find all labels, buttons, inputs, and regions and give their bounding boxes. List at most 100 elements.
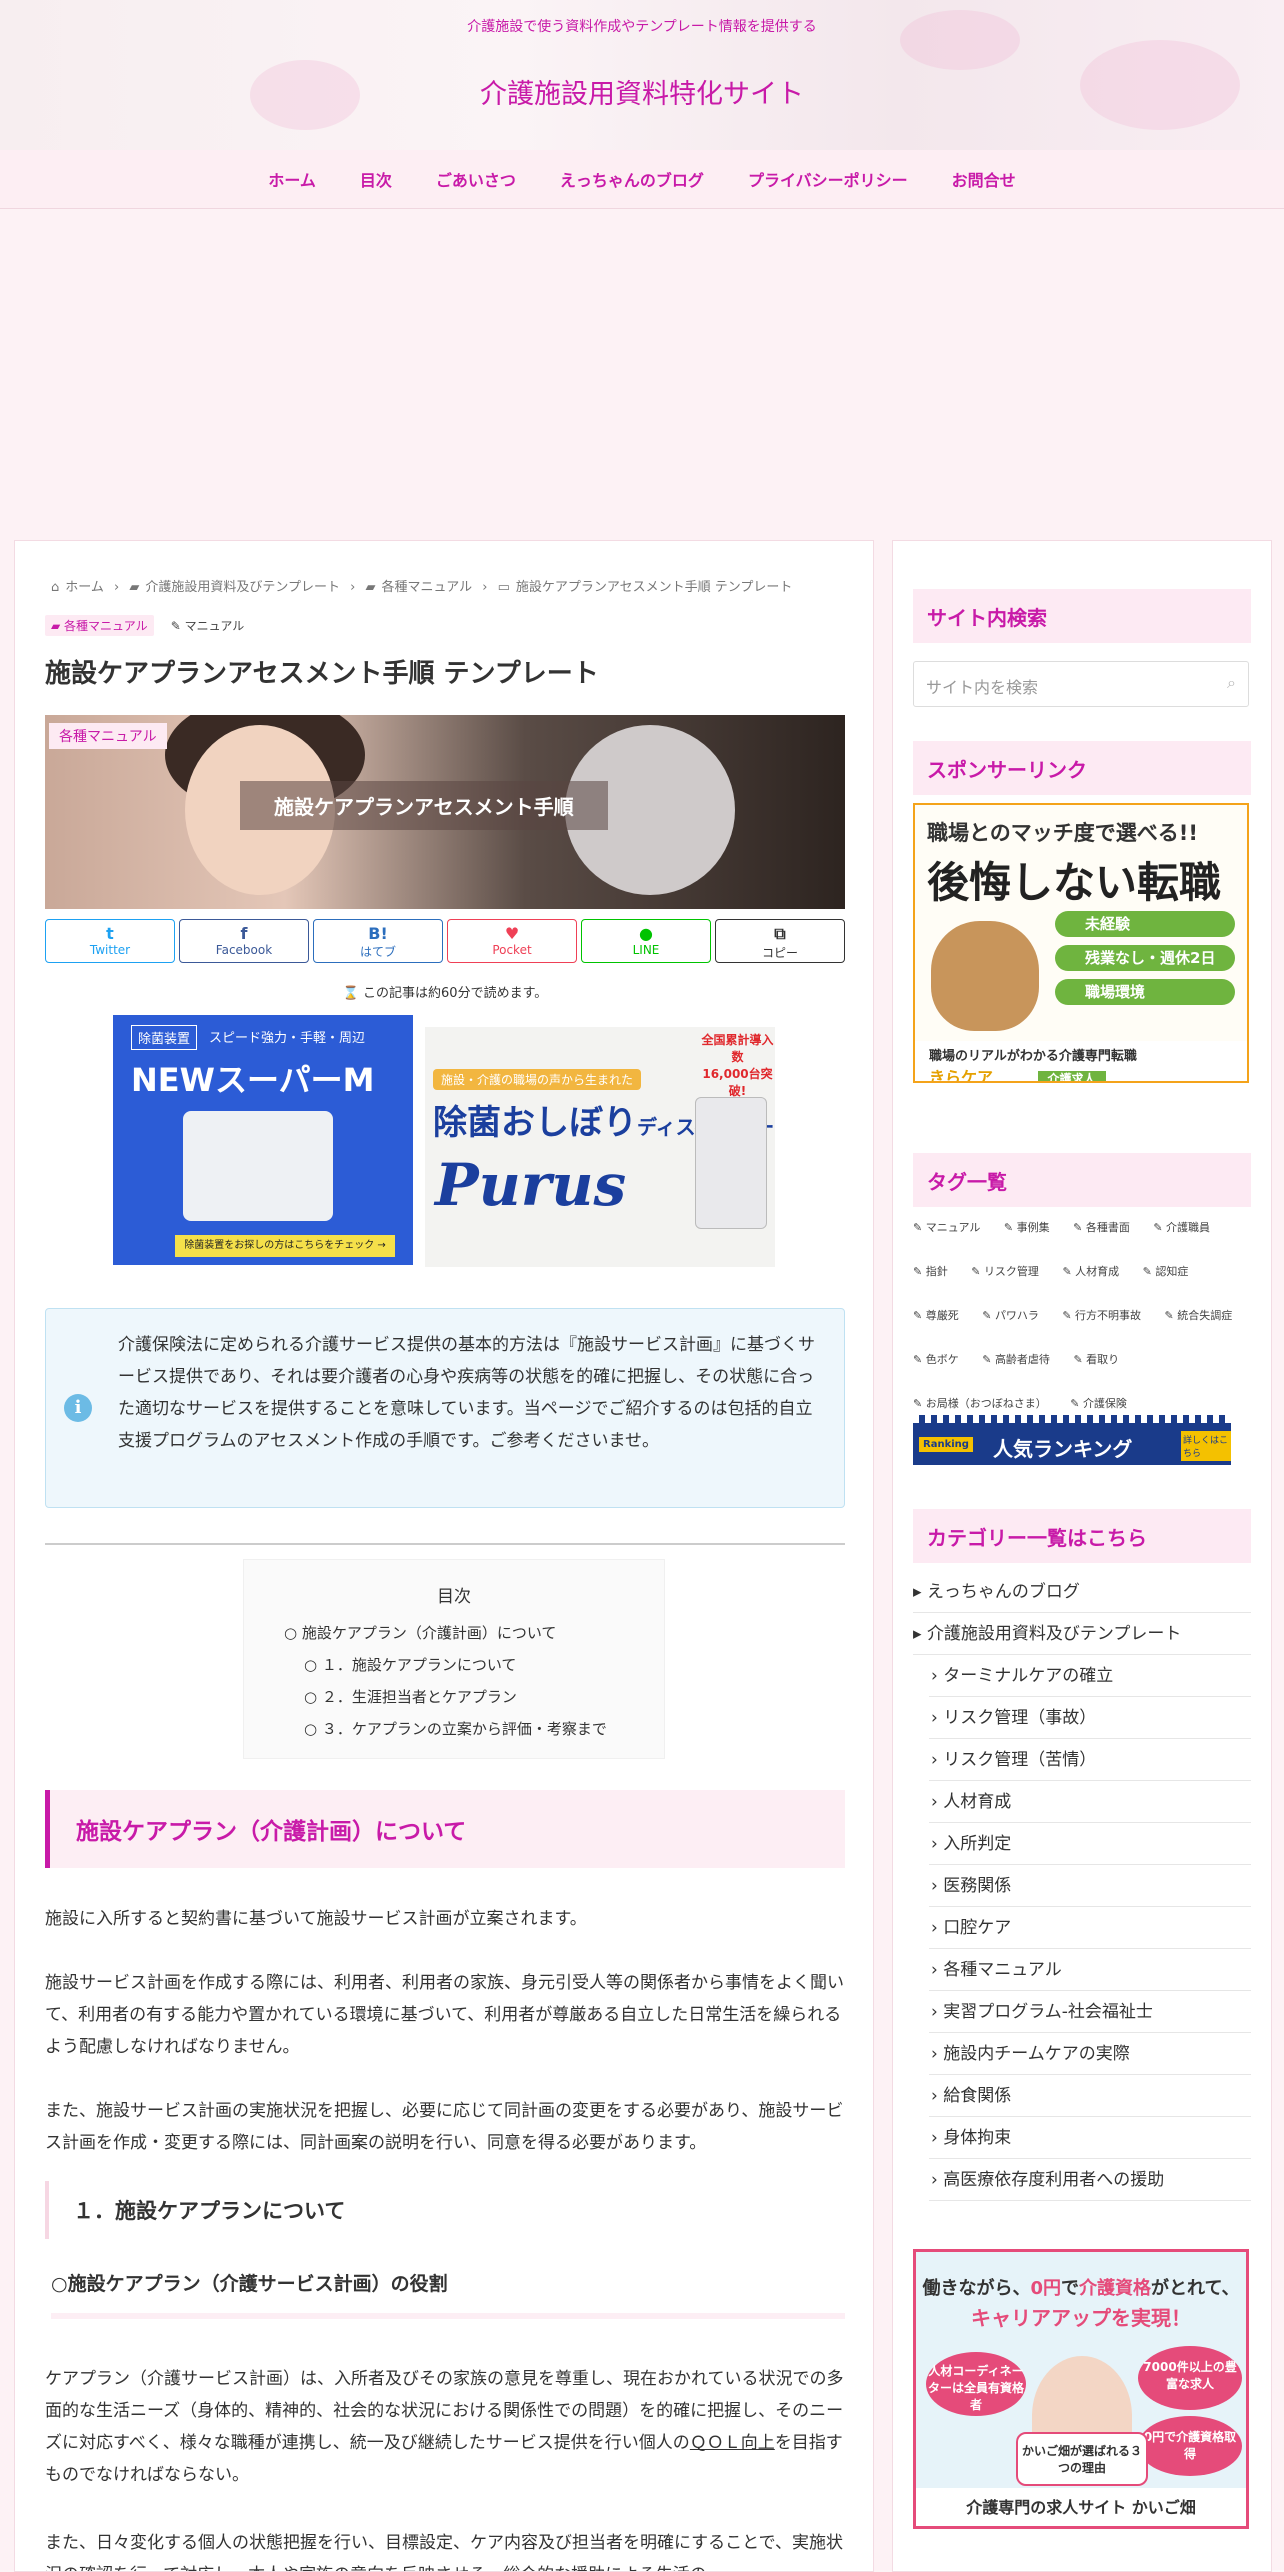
ad-cta: 除菌装置をお探しの方はこちらをチェック →: [175, 1235, 395, 1257]
device-image: [695, 1097, 767, 1229]
category-item[interactable]: › 給食関係: [929, 2075, 1251, 2117]
ad-text: がとれて、: [1150, 2278, 1240, 2299]
ad-banner-super-m[interactable]: 除菌装置 スピード強力・手軽・周辺 NEWスーパーM 除菌装置をお探しの方はこち…: [113, 1015, 413, 1265]
category-chip-label: 各種マニュアル: [64, 619, 148, 633]
toc-item[interactable]: ○ 施設ケアプラン（介護計画）について: [284, 1622, 607, 1654]
share-copy-button[interactable]: ⧉ コピー: [715, 919, 845, 963]
share-label: コピー: [761, 946, 798, 960]
ad-point: 7000件以上の豊富な求人: [1138, 2346, 1242, 2410]
site-title[interactable]: 介護施設用資料特化サイト: [0, 72, 1284, 111]
tag-label: 高齢者虐待: [994, 1353, 1050, 1366]
ad-catch: 施設・介護の職場の声から生まれた: [433, 1069, 642, 1090]
minor-heading: ○施設ケアプラン（介護サービス計画）の役割: [51, 2261, 845, 2319]
nav-index[interactable]: 目次: [338, 167, 414, 191]
tag-item[interactable]: ✎ 統合失調症: [1165, 1307, 1243, 1337]
ad-button: 介護求人: [1037, 1071, 1106, 1081]
search-placeholder: サイト内を検索: [926, 678, 1039, 697]
nav-home[interactable]: ホーム: [246, 167, 338, 191]
toc-title: 目次: [437, 1587, 471, 1607]
category-item[interactable]: › ターミナルケアの確立: [929, 1655, 1251, 1697]
job-ad-banner[interactable]: 働きながら、0円で介護資格がとれて、 キャリアアップを実現！ 人材コーディネータ…: [913, 2249, 1249, 2529]
search-input[interactable]: サイト内を検索 ⌕: [913, 661, 1249, 707]
category-item[interactable]: › リスク管理（事故）: [929, 1697, 1251, 1739]
ranking-link: 詳しくはこちら: [1181, 1431, 1231, 1461]
facebook-icon: f: [240, 924, 248, 943]
post-meta: ▰ 各種マニュアル ✎ マニュアル: [45, 615, 256, 636]
category-item[interactable]: ▸ えっちゃんのブログ: [913, 1571, 1251, 1613]
ranking-title: 人気ランキング: [993, 1437, 1133, 1461]
share-pocket-button[interactable]: ♥ Pocket: [447, 919, 577, 963]
tag-item[interactable]: ✎ 人材育成: [1062, 1263, 1129, 1293]
category-label: 口腔ケア: [943, 1918, 1012, 1938]
tag-item[interactable]: ✎ 高齢者虐待: [982, 1351, 1060, 1381]
share-line-button[interactable]: ● LINE: [581, 919, 711, 963]
share-facebook-button[interactable]: f Facebook: [179, 919, 309, 963]
ad-sub: スピード強力・手軽・周辺: [209, 1031, 366, 1046]
tag-item[interactable]: ✎ マニュアル: [913, 1219, 990, 1249]
section-heading: 施設ケアプラン（介護計画）について: [45, 1790, 845, 1868]
category-item[interactable]: › 実習プログラム-社会福祉士: [929, 1991, 1251, 2033]
category-chip[interactable]: ▰ 各種マニュアル: [45, 615, 154, 636]
share-twitter-button[interactable]: t Twitter: [45, 919, 175, 963]
tag-item[interactable]: ✎ 色ボケ: [913, 1351, 969, 1381]
tag-item[interactable]: ✎ リスク管理: [971, 1263, 1049, 1293]
ad-point: 人材コーディネーターは全員有資格者: [926, 2352, 1026, 2416]
category-item[interactable]: › 各種マニュアル: [929, 1949, 1251, 1991]
underlined-text: ＱＯＬ向上: [689, 2433, 775, 2453]
share-label: Pocket: [492, 943, 532, 957]
breadcrumb-category[interactable]: 介護施設用資料及びテンプレート: [145, 580, 340, 595]
tag-item[interactable]: ✎ パワハラ: [982, 1307, 1049, 1337]
sidebar: サイト内検索 サイト内を検索 ⌕ スポンサーリンク 職場とのマッチ度で選べる!! …: [892, 540, 1272, 2572]
ad-headline: 後悔しない転職: [927, 858, 1222, 907]
category-item[interactable]: › 口腔ケア: [929, 1907, 1251, 1949]
breadcrumb-subcategory[interactable]: 各種マニュアル: [381, 580, 472, 595]
category-item[interactable]: › 身体拘束: [929, 2117, 1251, 2159]
tag-chip[interactable]: ✎ マニュアル: [165, 615, 251, 636]
paragraph: 施設サービス計画を作成する際には、利用者、利用者の家族、身元引受人等の関係者から…: [45, 1973, 844, 2057]
device-image: [183, 1111, 333, 1221]
category-item[interactable]: › 入所判定: [929, 1823, 1251, 1865]
category-item[interactable]: › 高医療依存度利用者への援助: [929, 2159, 1251, 2201]
site-header: 介護施設で使う資料作成やテンプレート情報を提供する 介護施設用資料特化サイト: [0, 0, 1284, 150]
ad-brand: きらケア: [929, 1068, 994, 1083]
category-label: 介護施設用資料及びテンプレート: [926, 1624, 1182, 1644]
line-icon: ●: [639, 924, 653, 943]
toc-item[interactable]: ○ １．施設ケアプランについて: [284, 1654, 607, 1686]
nav-contact[interactable]: お問合せ: [930, 167, 1038, 191]
file-icon: ▭: [497, 580, 510, 595]
tag-item[interactable]: ✎ 各種書面: [1073, 1219, 1140, 1249]
category-item[interactable]: › 施設内チームケアの実際: [929, 2033, 1251, 2075]
tag-item[interactable]: ✎ 看取り: [1073, 1351, 1129, 1381]
article-title: 施設ケアプランアセスメント手順 テンプレート: [45, 659, 599, 689]
ad-banner-purus[interactable]: 全国累計導入数 16,000台突破! 施設・介護の職場の声から生まれた 除菌おしぼ…: [425, 1027, 775, 1267]
copy-icon: ⧉: [774, 924, 786, 943]
tag-item[interactable]: ✎ 介護職員: [1153, 1219, 1220, 1249]
ranking-banner[interactable]: Ranking 人気ランキング 詳しくはこちら: [913, 1415, 1231, 1465]
category-item[interactable]: › 人材育成: [929, 1781, 1251, 1823]
category-label: えっちゃんのブログ: [926, 1582, 1080, 1602]
ad-catch: 職場とのマッチ度で選べる!!: [927, 821, 1198, 845]
nav-greeting[interactable]: ごあいさつ: [414, 167, 538, 191]
breadcrumb-home[interactable]: ホーム: [65, 580, 104, 595]
tag-item[interactable]: ✎ 事例集: [1004, 1219, 1060, 1249]
tag-item[interactable]: ✎ 認知症: [1143, 1263, 1199, 1293]
tag-label: パワハラ: [994, 1309, 1039, 1322]
category-label: 実習プログラム-社会福祉士: [943, 2002, 1153, 2022]
tag-item[interactable]: ✎ 指針: [913, 1263, 958, 1293]
chevron-right-icon: ›: [350, 580, 356, 595]
share-label: Facebook: [215, 943, 273, 957]
tag-item[interactable]: ✎ 尊厳死: [913, 1307, 969, 1337]
category-item[interactable]: › リスク管理（苦情）: [929, 1739, 1251, 1781]
toc-item[interactable]: ○ ２．生涯担当者とケアプラン: [284, 1686, 607, 1718]
nav-blog[interactable]: えっちゃんのブログ: [538, 167, 726, 191]
tag-item[interactable]: ✎ 行方不明事故: [1062, 1307, 1151, 1337]
category-item[interactable]: › 医務関係: [929, 1865, 1251, 1907]
share-hatena-button[interactable]: B! はてブ: [313, 919, 443, 963]
sponsor-ad-banner[interactable]: 職場とのマッチ度で選べる!! 後悔しない転職 未経験 残業なし・週休2日 職場環…: [913, 803, 1249, 1083]
search-icon[interactable]: ⌕: [1227, 673, 1236, 693]
toc-item[interactable]: ○ ３．ケアプランの立案から評価・考察まで: [284, 1718, 607, 1750]
nav-privacy[interactable]: プライバシーポリシー: [726, 167, 930, 191]
tag-label: 人材育成: [1075, 1265, 1120, 1278]
category-label: 給食関係: [943, 2086, 1012, 2106]
category-item[interactable]: ▸ 介護施設用資料及びテンプレート: [913, 1613, 1251, 1655]
